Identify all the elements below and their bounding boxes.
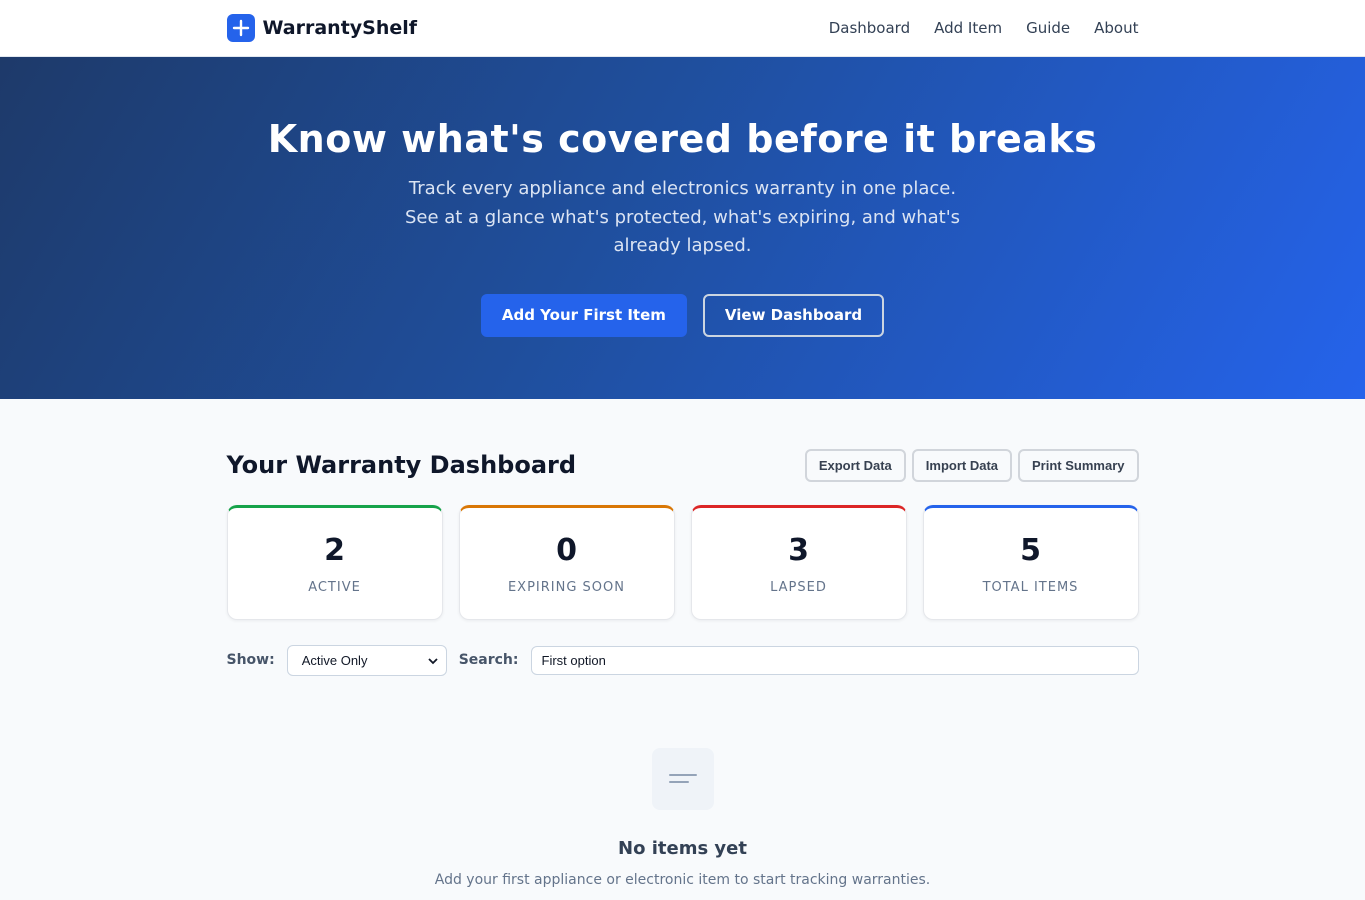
stat-value: 3 bbox=[788, 533, 809, 568]
nav-add-item[interactable]: Add Item bbox=[934, 19, 1002, 37]
dashboard-title: Your Warranty Dashboard bbox=[226, 451, 577, 479]
hero: Know what's covered before it breaks Tra… bbox=[0, 57, 1365, 399]
nav-dashboard[interactable]: Dashboard bbox=[829, 19, 910, 37]
search-input[interactable]: First option bbox=[530, 645, 1139, 675]
print-summary-button[interactable]: Print Summary bbox=[1018, 448, 1139, 482]
stat-card-lapsed: 3 LAPSED bbox=[690, 505, 907, 620]
brand-name: WarrantyShelf bbox=[262, 17, 418, 39]
stat-label: TOTAL ITEMS bbox=[982, 580, 1079, 595]
search-label: Search: bbox=[458, 652, 519, 668]
empty-state: No items yet Add your first appliance or… bbox=[227, 748, 1139, 888]
stat-value: 0 bbox=[556, 533, 577, 568]
nav-about[interactable]: About bbox=[1094, 19, 1138, 37]
view-dashboard-button[interactable]: View Dashboard bbox=[702, 293, 885, 337]
stat-card-active: 2 ACTIVE bbox=[226, 505, 443, 620]
filters-bar: Show: Active Only Search: First option bbox=[227, 644, 1139, 676]
search-value: First option bbox=[541, 652, 606, 668]
hero-buttons: Add Your First Item View Dashboard bbox=[0, 293, 1365, 337]
dashboard-header: Your Warranty Dashboard Export Data Impo… bbox=[227, 447, 1139, 483]
empty-state-text: Add your first appliance or electronic i… bbox=[434, 872, 931, 888]
stat-card-expiring-soon: 0 EXPIRING SOON bbox=[458, 505, 675, 620]
add-first-item-button[interactable]: Add Your First Item bbox=[480, 293, 687, 337]
top-bar: WarrantyShelf Dashboard Add Item Guide A… bbox=[0, 0, 1365, 57]
dashboard-section: Your Warranty Dashboard Export Data Impo… bbox=[226, 399, 1139, 888]
stat-card-total-items: 5 TOTAL ITEMS bbox=[922, 505, 1139, 620]
stat-label: ACTIVE bbox=[308, 580, 361, 595]
nav-guide[interactable]: Guide bbox=[1026, 19, 1070, 37]
stat-value: 2 bbox=[324, 533, 345, 568]
hero-title: Know what's covered before it breaks bbox=[267, 117, 1098, 161]
show-filter-select[interactable]: Active Only bbox=[286, 644, 447, 676]
plus-icon bbox=[226, 14, 255, 42]
show-label: Show: bbox=[226, 652, 275, 668]
chevron-down-icon bbox=[428, 653, 438, 668]
hero-subtitle: Track every appliance and electronics wa… bbox=[404, 178, 961, 256]
list-icon bbox=[651, 748, 714, 810]
export-data-button[interactable]: Export Data bbox=[804, 448, 906, 482]
stat-value: 5 bbox=[1020, 533, 1041, 568]
stat-label: EXPIRING SOON bbox=[507, 580, 626, 595]
stat-label: LAPSED bbox=[770, 580, 827, 595]
empty-state-title: No items yet bbox=[618, 838, 747, 859]
main-nav: Dashboard Add Item Guide About bbox=[829, 19, 1139, 37]
brand[interactable]: WarrantyShelf bbox=[226, 14, 418, 42]
top-bar-inner: WarrantyShelf Dashboard Add Item Guide A… bbox=[226, 0, 1139, 56]
dashboard-tools: Export Data Import Data Print Summary bbox=[804, 448, 1139, 482]
stats-row: 2 ACTIVE 0 EXPIRING SOON 3 LAPSED 5 TOTA… bbox=[226, 505, 1139, 620]
show-filter-value: Active Only bbox=[301, 652, 368, 668]
import-data-button[interactable]: Import Data bbox=[911, 448, 1013, 482]
